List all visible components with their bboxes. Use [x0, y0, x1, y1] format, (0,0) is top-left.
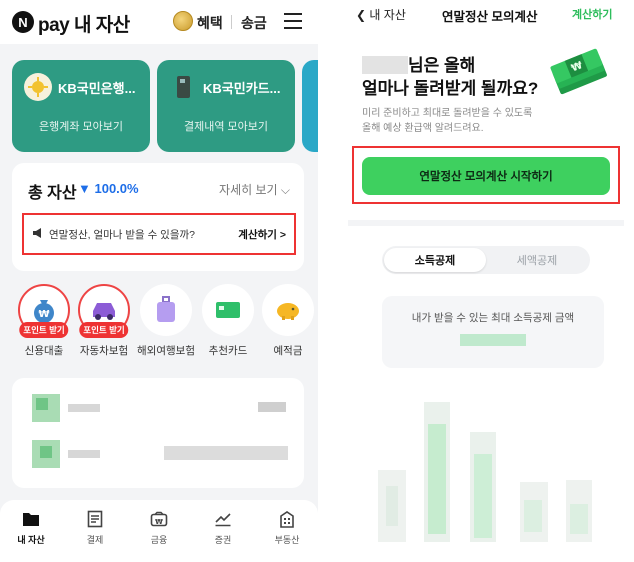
deduction-tabs: 소득공제 세액공제 [382, 246, 590, 274]
assets-change: ▼ 100.0% [78, 181, 139, 196]
nav-label: 금융 [150, 535, 168, 545]
max-deduction-label: 내가 받을 수 있는 최대 소득공제 금액 [411, 312, 575, 324]
chart-bar-blurred [386, 486, 398, 526]
quick-label: 자동차보험 [79, 345, 129, 357]
megaphone-icon [32, 227, 44, 241]
bank-card-subtitle: 은행계좌 모아보기 [38, 121, 123, 133]
back-label: 내 자산 [369, 8, 406, 22]
chart-icon [214, 510, 232, 528]
quick-item-travel-insurance[interactable]: 해외여행보험 [136, 284, 196, 358]
kb-bank-icon [24, 73, 52, 101]
start-simulation-button[interactable]: 연말정산 모의계산 시작하기 [362, 157, 610, 195]
chart-bar-blurred [524, 500, 542, 532]
username-blurred [362, 56, 408, 74]
header-divider [231, 15, 232, 29]
chart-bar-blurred [428, 424, 446, 534]
car-icon: 포인트 받기 [78, 284, 130, 338]
benefit-button[interactable]: 혜택 [197, 13, 223, 33]
asset-header: N pay 내 자산 혜택 송금 [0, 0, 318, 44]
point-badge: 포인트 받기 [19, 322, 69, 338]
receipt-icon [86, 510, 104, 528]
headline: 님은 올해 얼마나 돌려받게 될까요? [362, 54, 538, 100]
next-card-peek[interactable] [302, 60, 318, 152]
calculate-link[interactable]: 계산하기 > [238, 227, 286, 242]
chevron-left-icon: ❮ [356, 8, 367, 22]
back-button[interactable]: ❮ 내 자산 [356, 6, 406, 23]
quick-menu: ₩ 포인트 받기 신용대출 포인트 받기 자동차보험 해외여행보험 추천카드 예… [0, 284, 318, 364]
description-line1: 미리 준비하고 최대로 돌려받을 수 있도록 [362, 108, 533, 119]
building-icon [278, 510, 296, 528]
quick-item-recommended-card[interactable]: 추천카드 [198, 284, 258, 358]
tab-income-deduction[interactable]: 소득공제 [384, 248, 486, 272]
asset-screen: N pay 내 자산 혜택 송금 KB국민은행... 은행계좌 모아보기 KB국… [0, 0, 318, 562]
suitcase-icon [140, 284, 192, 336]
chart-bar-blurred [474, 454, 492, 538]
quick-label: 예적금 [273, 345, 303, 357]
bank-card[interactable]: KB국민은행... 은행계좌 모아보기 [12, 60, 150, 152]
tax-simulation-screen: ❮ 내 자산 연말정산 모의계산 계산하기 님은 올해 얼마나 돌려받게 될까요… [326, 0, 634, 562]
quick-label: 해외여행보험 [137, 345, 195, 357]
moneybag-icon: ₩ 포인트 받기 [18, 284, 70, 338]
nav-item-payment[interactable]: 결제 [70, 510, 120, 546]
quick-item-savings[interactable]: 예적금 [258, 284, 318, 358]
nav-item-stocks[interactable]: 증권 [198, 510, 248, 546]
svg-text:₩: ₩ [38, 309, 49, 320]
page-title: 연말정산 모의계산 [442, 10, 538, 24]
max-deduction-box: 내가 받을 수 있는 최대 소득공제 금액 [382, 296, 604, 368]
description-line2: 올해 예상 환급액 알려드려요. [362, 123, 484, 134]
quick-item-car-insurance[interactable]: 포인트 받기 자동차보험 [74, 284, 134, 358]
npay-logo-icon: N [12, 11, 34, 33]
nav-label: 부동산 [274, 535, 300, 545]
coin-icon[interactable] [173, 11, 193, 31]
quick-item-credit-loan[interactable]: ₩ 포인트 받기 신용대출 [14, 284, 74, 358]
piggybank-icon [262, 284, 314, 336]
card-icon [202, 284, 254, 336]
tab-tax-credit[interactable]: 세액공제 [486, 248, 588, 272]
list-item-text-blurred [68, 450, 100, 458]
money-stack-icon: ₩ [548, 46, 612, 103]
headline-line2: 얼마나 돌려받게 될까요? [362, 79, 539, 98]
panel-divider [318, 0, 326, 562]
calculate-button[interactable]: 계산하기 [572, 6, 612, 22]
tax-settlement-banner[interactable]: 연말정산, 얼마나 받을 수 있을까? 계산하기 > [22, 213, 296, 255]
view-detail-link[interactable]: 자세히 보기 ⌵ [219, 181, 290, 198]
transfer-button[interactable]: 송금 [241, 13, 267, 33]
description: 미리 준비하고 최대로 돌려받을 수 있도록 올해 예상 환급액 알려드려요. [362, 106, 532, 136]
list-item-icon-blurred-inner [40, 446, 52, 458]
bank-card-title: KB국민은행... [58, 81, 136, 96]
nav-label: 증권 [214, 535, 232, 545]
deduction-amount-blurred [460, 334, 526, 346]
quick-label: 추천카드 [208, 345, 248, 357]
nav-label: 결제 [86, 535, 104, 545]
folder-icon [22, 510, 40, 528]
headline-line1: 님은 올해 [408, 56, 476, 75]
asset-list-card [12, 378, 304, 488]
list-item-value-blurred [164, 446, 288, 460]
list-item-text-blurred [68, 404, 100, 412]
wallet-icon: ₩ [150, 510, 168, 528]
card-card-title: KB국민카드... [203, 81, 281, 96]
app-title: pay 내 자산 [38, 15, 130, 36]
quick-label: 신용대출 [24, 345, 64, 357]
hamburger-menu-icon[interactable] [284, 13, 302, 29]
card-card-subtitle: 결제내역 모아보기 [183, 121, 268, 133]
chart-bar-blurred [570, 504, 588, 534]
kb-card-icon [169, 73, 197, 101]
bottom-navigation: 내 자산 결제 ₩ 금융 증권 부동산 [0, 500, 318, 562]
svg-text:₩: ₩ [155, 518, 163, 526]
nav-item-finance[interactable]: ₩ 금융 [134, 510, 184, 546]
list-item-icon-blurred-inner [36, 398, 48, 410]
section-divider [348, 220, 624, 226]
nav-label: 내 자산 [17, 535, 45, 545]
banner-text: 연말정산, 얼마나 받을 수 있을까? [49, 228, 196, 241]
credit-card-card[interactable]: KB국민카드... 결제내역 모아보기 [157, 60, 295, 152]
total-assets-title: 총 자산 [28, 185, 77, 202]
nav-item-real-estate[interactable]: 부동산 [262, 510, 312, 546]
nav-item-my-assets[interactable]: 내 자산 [6, 510, 56, 546]
point-badge: 포인트 받기 [79, 322, 129, 338]
list-item-value-blurred [258, 402, 286, 412]
